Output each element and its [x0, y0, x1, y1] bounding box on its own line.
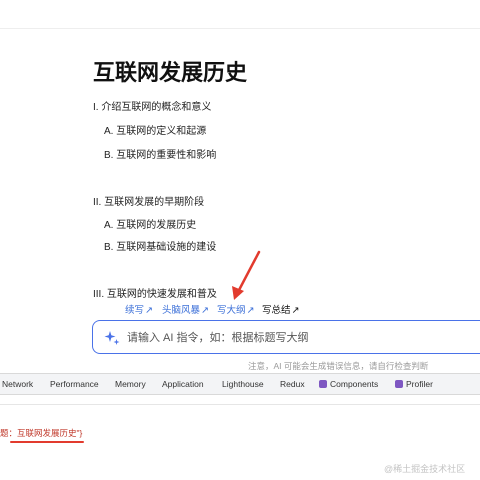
devtools-tab-network[interactable]: Network — [2, 379, 33, 389]
devtools-tabbar: Network Performance Memory Application L… — [0, 373, 480, 395]
console-output-line: 题：互联网发展历史"} — [0, 428, 83, 438]
arrow-up-right-icon: ↗ — [201, 305, 209, 316]
suggestion-continue-writing[interactable]: 续写↗ — [125, 302, 153, 316]
outline-item[interactable]: II. 互联网发展的早期阶段 — [93, 193, 204, 208]
outline-item[interactable]: III. 互联网的快速发展和普及 — [93, 285, 217, 300]
devtools-tab-profiler[interactable]: Profiler — [395, 379, 433, 389]
console-divider — [0, 404, 480, 405]
react-devtools-icon — [395, 380, 403, 388]
sparkle-icon — [104, 331, 120, 345]
arrow-up-right-icon: ↗ — [145, 305, 153, 316]
suggestion-label: 头脑风暴 — [162, 305, 201, 316]
tab-label: Profiler — [406, 379, 433, 389]
arrow-up-right-icon: ↗ — [246, 305, 255, 316]
outline-item[interactable]: A. 互联网的发展历史 — [104, 216, 196, 231]
devtools-tab-application[interactable]: Application — [162, 379, 204, 389]
suggestion-label: 续写 — [125, 305, 145, 316]
arrow-up-right-icon: ↗ — [291, 305, 300, 316]
outline-item[interactable]: B. 互联网的重要性和影响 — [104, 146, 216, 161]
ai-command-input[interactable] — [125, 327, 469, 349]
outline-item[interactable]: I. 介绍互联网的概念和意义 — [93, 98, 211, 113]
devtools-tab-lighthouse[interactable]: Lighthouse — [222, 379, 264, 389]
watermark: @稀土掘金技术社区 — [384, 464, 466, 474]
document-editor[interactable]: 互联网发展历史 I. 介绍互联网的概念和意义 A. 互联网的定义和起源 B. 互… — [0, 0, 480, 372]
suggestion-label: 写大纲 — [217, 305, 246, 316]
devtools-tab-performance[interactable]: Performance — [50, 379, 99, 389]
red-annotation-underline — [10, 441, 84, 443]
devtools-tab-redux[interactable]: Redux — [280, 379, 305, 389]
react-devtools-icon — [319, 380, 327, 388]
red-annotation-arrow-icon — [232, 250, 261, 300]
devtools-tab-memory[interactable]: Memory — [115, 379, 146, 389]
outline-item[interactable]: B. 互联网基础设施的建设 — [104, 238, 216, 253]
document-title[interactable]: 互联网发展历史 — [93, 55, 247, 87]
tab-label: Components — [330, 379, 379, 389]
suggestion-brainstorm[interactable]: 头脑风暴↗ — [162, 302, 209, 316]
suggestion-write-outline[interactable]: 写大纲↗ — [217, 302, 254, 316]
suggestion-label: 写总结 — [262, 305, 291, 316]
ai-command-box[interactable] — [92, 320, 480, 354]
outline-item[interactable]: A. 互联网的定义和起源 — [104, 122, 206, 137]
suggestion-write-summary[interactable]: 写总结↗ — [262, 302, 299, 316]
ai-disclaimer: 注意，AI 可能会生成错误信息，请自行检查判断 — [248, 361, 429, 371]
devtools-tab-components[interactable]: Components — [319, 379, 378, 389]
